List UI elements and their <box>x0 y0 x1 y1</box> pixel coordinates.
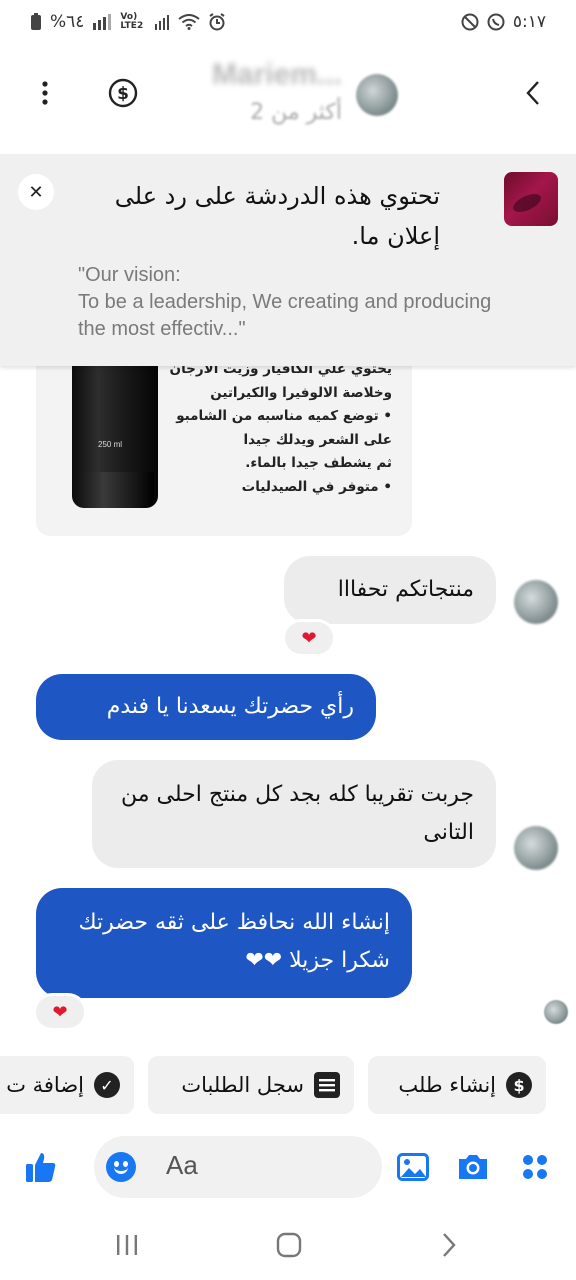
contact-subtitle: أكثر من 2 <box>250 100 342 125</box>
quick-reply-bar: $ إنشاء طلب سجل الطلبات ✓ إضافة ت <box>0 1056 576 1114</box>
signal-icon <box>92 14 112 30</box>
sender-avatar[interactable] <box>514 826 558 870</box>
outgoing-message[interactable]: إنشاء الله نحافظ على ثقه حضرتك شكرا جزيل… <box>36 888 412 998</box>
bottle-cap <box>76 472 154 508</box>
incoming-message[interactable]: جربت تقريبا كله بجد كل منتج احلى من التا… <box>92 760 496 868</box>
product-line: • متوفر في الصيدليات <box>241 478 392 495</box>
sender-avatar[interactable] <box>514 580 558 624</box>
order-history-chip[interactable]: سجل الطلبات <box>148 1056 354 1114</box>
camera-icon[interactable] <box>454 1148 492 1186</box>
battery-level: %٦٤ <box>50 12 85 32</box>
signal-2-icon <box>154 14 170 30</box>
outgoing-message[interactable]: رأي حضرتك يسعدنا يا فندم <box>36 674 376 740</box>
add-chip[interactable]: ✓ إضافة ت <box>0 1056 134 1114</box>
back-nav-icon[interactable] <box>436 1228 462 1262</box>
chip-label: سجل الطلبات <box>181 1073 304 1097</box>
incoming-message[interactable]: منتجاتكم تحفااا <box>284 556 496 624</box>
create-order-chip[interactable]: $ إنشاء طلب <box>368 1056 546 1114</box>
message-placeholder: Aa <box>166 1150 198 1180</box>
svg-text:$: $ <box>117 84 129 104</box>
chip-label: إنشاء طلب <box>398 1073 496 1097</box>
home-icon[interactable] <box>272 1228 306 1262</box>
list-icon <box>314 1072 340 1098</box>
chat-header: $ Mariem... أكثر من 2 <box>0 44 576 148</box>
banner-quote[interactable]: "Our vision: To be a leadership, We crea… <box>78 262 498 343</box>
close-icon[interactable]: ✕ <box>18 174 54 210</box>
alarm-icon <box>208 13 226 31</box>
status-bar-right: ٥:١٧ <box>461 12 546 32</box>
product-line: ثم يشطف جيدا بالماء. <box>245 455 392 471</box>
blocked-icon <box>461 13 479 31</box>
product-line: وخلاصة الالوفيرا والكيراتين <box>210 384 392 401</box>
vertical-dots-icon[interactable] <box>28 76 62 110</box>
contact-avatar[interactable] <box>356 74 398 116</box>
message-input[interactable]: Aa <box>94 1136 382 1198</box>
message-text: إنشاء الله نحافظ على ثقه حضرتك شكرا جزيل… <box>78 910 390 973</box>
product-description: يحتوي علي الكافيار وزيت الارجان وخلاصة ا… <box>162 358 392 499</box>
clock-time: ٥:١٧ <box>512 12 546 32</box>
system-nav-bar <box>0 1216 576 1280</box>
check-circle-icon: ✓ <box>94 1072 120 1098</box>
status-bar: %٦٤ Vo) LTE2 ٥:١٧ <box>0 0 576 44</box>
thumbs-up-icon[interactable] <box>22 1148 60 1186</box>
ad-reply-banner: ✕ تحتوي هذه الدردشة على رد على إعلان ما.… <box>0 154 576 366</box>
message-composer: Aa <box>0 1134 576 1200</box>
product-line: • توضع كميه مناسبه من الشامبو <box>176 408 392 424</box>
dollar-circle-icon: $ <box>506 1072 532 1098</box>
status-bar-left: %٦٤ Vo) LTE2 <box>30 12 226 32</box>
message-text: جربت تقريبا كله بجد كل منتج احلى من التا… <box>121 782 474 845</box>
heart-reaction-icon[interactable]: ❤ <box>285 622 333 654</box>
chevron-left-icon[interactable] <box>516 76 550 110</box>
ad-thumbnail[interactable] <box>504 172 558 226</box>
emoji-icon[interactable] <box>106 1152 136 1182</box>
whatsapp-icon <box>487 13 505 31</box>
dollar-circle-icon[interactable]: $ <box>108 78 138 108</box>
messenger-chat-screen: %٦٤ Vo) LTE2 ٥:١٧ $ Mariem... أكثر من 2 … <box>0 0 576 1280</box>
gallery-icon[interactable] <box>394 1148 432 1186</box>
heart-reaction-icon[interactable]: ❤ <box>36 996 84 1028</box>
chip-label: إضافة ت <box>6 1073 84 1097</box>
ad-product-image[interactable]: 250 ml يحتوي علي الكافيار وزيت الارجان و… <box>36 340 412 536</box>
more-apps-icon[interactable] <box>516 1148 554 1186</box>
bottle-label: 250 ml <box>98 440 123 449</box>
network-label: Vo) LTE2 <box>120 12 144 31</box>
product-line: على الشعر ويدلك جيدا <box>243 431 392 448</box>
wifi-icon <box>178 14 201 30</box>
message-text: رأي حضرتك يسعدنا يا فندم <box>106 694 354 719</box>
banner-title: تحتوي هذه الدردشة على رد على إعلان ما. <box>114 182 440 250</box>
recent-apps-icon[interactable] <box>112 1228 142 1262</box>
contact-name[interactable]: Mariem... <box>212 58 342 92</box>
message-text: منتجاتكم تحفااا <box>337 577 474 602</box>
battery-icon <box>30 13 42 31</box>
seen-avatar <box>544 1000 568 1024</box>
